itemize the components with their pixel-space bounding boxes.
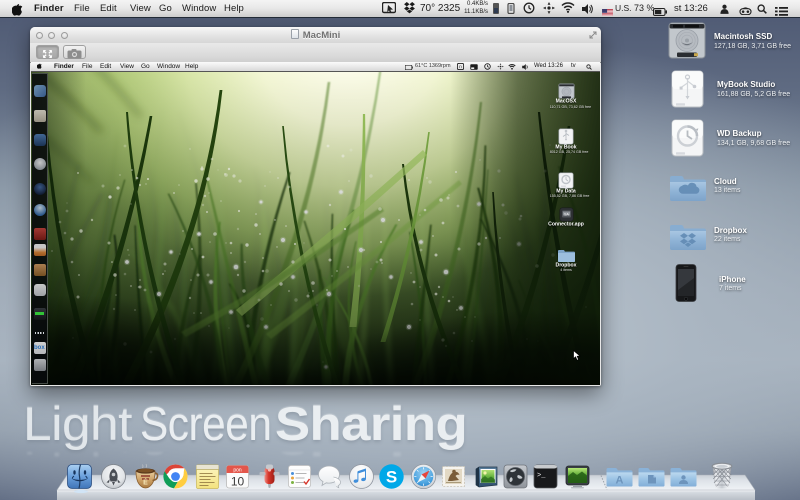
svg-text:SA: SA	[564, 212, 569, 216]
svg-text:pon: pon	[233, 468, 242, 474]
svg-text:>_: >_	[537, 472, 546, 480]
svg-text:A: A	[616, 475, 624, 487]
svg-text:S: S	[386, 468, 397, 487]
svg-text:n: n	[459, 64, 462, 69]
svg-text:É: É	[143, 478, 148, 487]
svg-text:10: 10	[231, 475, 245, 489]
